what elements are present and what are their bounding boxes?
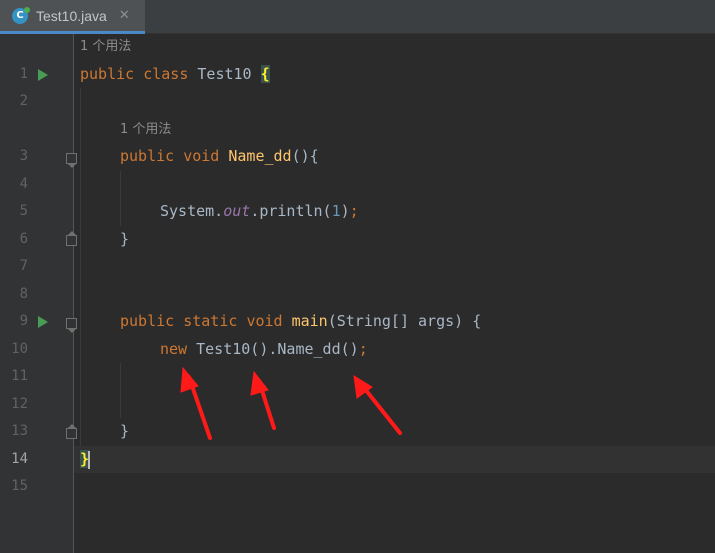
line-number: 11 bbox=[11, 368, 28, 384]
indent-guide bbox=[120, 171, 121, 226]
line-number: 5 bbox=[19, 203, 28, 219]
class-name: Test10 bbox=[197, 65, 252, 83]
keyword: void bbox=[246, 312, 283, 330]
semicolon: ; bbox=[358, 340, 368, 358]
code-text: Test10().Name_dd() bbox=[196, 340, 359, 358]
code-text: ) bbox=[340, 202, 350, 220]
keyword: public bbox=[120, 312, 175, 330]
line-number: 6 bbox=[19, 231, 28, 247]
keyword: public bbox=[120, 147, 175, 165]
line-number: 9 bbox=[19, 313, 28, 329]
method-name: Name_dd bbox=[228, 147, 292, 165]
line-number: 12 bbox=[11, 396, 28, 412]
line-number: 3 bbox=[19, 148, 28, 164]
code-line-13: } bbox=[120, 418, 129, 445]
number-literal: 1 bbox=[331, 202, 341, 220]
usage-hint[interactable]: 1 个用法 bbox=[80, 37, 131, 57]
code-text: (){ bbox=[291, 147, 319, 165]
keyword: new bbox=[160, 340, 188, 358]
code-line-9: public static void main(String[] args) { bbox=[120, 308, 481, 335]
line-number: 4 bbox=[19, 176, 28, 192]
line-number: 15 bbox=[11, 478, 28, 494]
indent-guide bbox=[80, 88, 81, 446]
keyword: class bbox=[143, 65, 189, 83]
usage-hint[interactable]: 1 个用法 bbox=[120, 120, 171, 140]
keyword: public bbox=[80, 65, 135, 83]
code-text: (String[] args) { bbox=[327, 312, 482, 330]
keyword: void bbox=[183, 147, 220, 165]
code-text: } bbox=[120, 422, 130, 440]
code-editor[interactable]: 1 个用法 public class Test10 { 1 个用法 public… bbox=[74, 34, 715, 553]
line-number-current: 14 bbox=[11, 451, 28, 467]
code-line-14: } bbox=[80, 446, 91, 473]
line-number: 7 bbox=[19, 258, 28, 274]
code-text: } bbox=[120, 230, 130, 248]
keyword: static bbox=[183, 312, 238, 330]
code-text: System. bbox=[160, 202, 224, 220]
code-line-1: public class Test10 { bbox=[80, 61, 270, 88]
code-line-10: new Test10().Name_dd(); bbox=[160, 336, 368, 363]
code-line-3: public void Name_dd(){ bbox=[120, 143, 319, 170]
editor-gutter: 1 2 3 4 5 6 7 8 9 10 11 12 13 14 15 bbox=[0, 34, 77, 553]
line-number: 10 bbox=[11, 341, 28, 357]
tab-label: Test10.java bbox=[36, 7, 107, 24]
run-icon[interactable] bbox=[38, 316, 48, 328]
code-line-6: } bbox=[120, 226, 129, 253]
static-field: out bbox=[223, 202, 251, 220]
editor-tab-bar: C Test10.java ✕ bbox=[0, 0, 715, 34]
current-line-highlight bbox=[74, 446, 715, 473]
line-number: 2 bbox=[19, 93, 28, 109]
semicolon: ; bbox=[349, 202, 359, 220]
close-icon[interactable]: ✕ bbox=[119, 8, 130, 23]
line-number: 1 bbox=[19, 66, 28, 82]
tab-test10-java[interactable]: C Test10.java ✕ bbox=[0, 0, 145, 34]
line-number: 13 bbox=[11, 423, 28, 439]
run-icon[interactable] bbox=[38, 69, 48, 81]
method-name: main bbox=[291, 312, 328, 330]
java-class-icon: C bbox=[12, 6, 30, 24]
text-caret bbox=[88, 450, 91, 469]
matched-brace: { bbox=[260, 65, 270, 83]
line-number: 8 bbox=[19, 286, 28, 302]
code-line-5: System.out.println(1); bbox=[160, 198, 359, 225]
indent-guide bbox=[120, 363, 121, 418]
code-text: .println( bbox=[250, 202, 332, 220]
